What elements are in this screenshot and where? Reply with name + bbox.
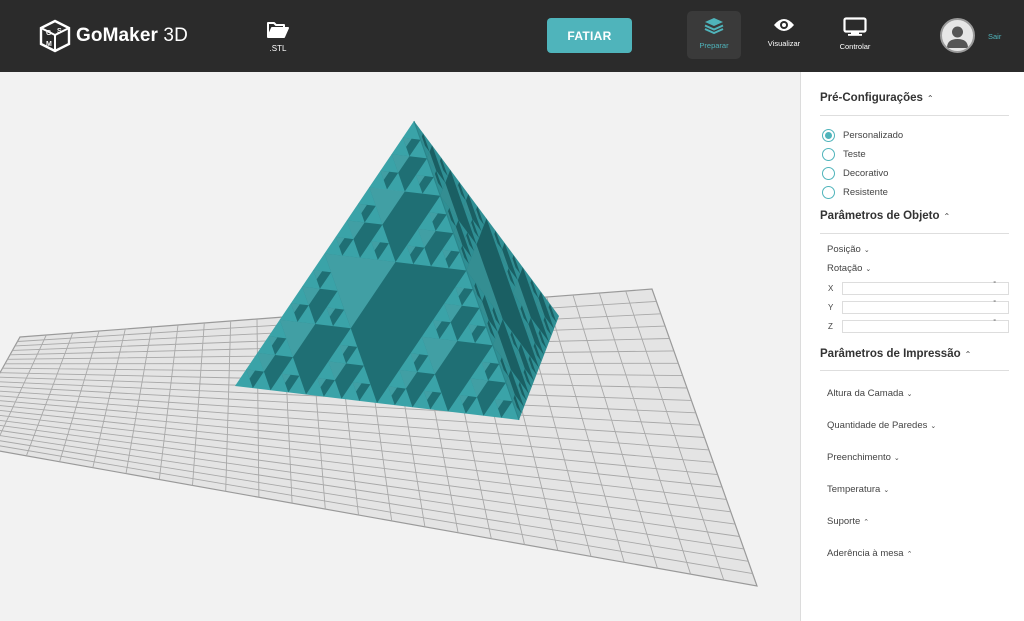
svg-text:G: G [46,30,52,37]
folder-open-icon [258,21,298,39]
preset-label: Personalizado [843,129,904,141]
chevron-down-icon: ⌄ [865,266,872,273]
print-section-toggle[interactable]: Parâmetros de Impressão ⌃ [820,348,971,360]
preset-option-test[interactable]: Teste [822,147,866,161]
degree-unit: ° [993,300,996,307]
rotation-z-input[interactable] [842,320,1009,333]
stl-label: .STL [269,44,287,53]
degree-unit: ° [993,319,996,326]
temperature-toggle[interactable]: Temperatura ⌄ [827,484,889,495]
preset-label: Teste [843,148,866,160]
layers-icon [687,17,741,35]
radio-icon[interactable] [822,185,835,199]
settings-panel: Pré-Configurações ⌃ Personalizado Teste D… [800,72,1024,621]
rotation-y-input[interactable] [842,301,1009,314]
eye-icon [760,17,808,33]
nav-control-label: Controlar [839,42,871,51]
app-logo[interactable]: G S M GoMaker 3D [38,18,188,54]
3d-viewport[interactable] [0,72,800,621]
rotation-x-row: X ° [828,281,1010,296]
chevron-up-icon: ⌃ [906,551,913,558]
bed-adhesion-toggle[interactable]: Aderência à mesa ⌃ [827,548,912,559]
nav-prepare[interactable]: Preparar [687,11,741,59]
divider [820,115,1009,116]
chevron-down-icon: ⌄ [863,247,870,254]
scene-canvas[interactable] [0,72,800,621]
nav-control[interactable]: Controlar [831,11,879,59]
open-stl-button[interactable]: .STL [258,16,298,60]
svg-text:S: S [57,28,62,35]
chevron-down-icon: ⌄ [930,423,937,430]
logo-suffix: 3D [163,25,188,46]
degree-unit: ° [993,281,996,288]
logo-main: GoMaker [76,25,159,46]
position-toggle[interactable]: Posição ⌄ [827,244,870,255]
radio-selected-icon[interactable] [822,128,835,142]
radio-icon[interactable] [822,147,835,161]
chevron-down-icon: ⌄ [883,487,890,494]
axis-label: X [828,284,834,293]
layer-height-toggle[interactable]: Altura da Camada ⌄ [827,388,912,399]
rotation-y-row: Y ° [828,300,1010,315]
chevron-down-icon: ⌄ [906,391,913,398]
nav-view-label: Visualizar [767,39,801,48]
radio-icon[interactable] [822,166,835,180]
preset-option-resistant[interactable]: Resistente [822,185,888,199]
object-section-toggle[interactable]: Parâmetros de Objeto ⌃ [820,210,950,222]
preset-option-decorative[interactable]: Decorativo [822,166,888,180]
wall-count-toggle[interactable]: Quantidade de Paredes ⌄ [827,420,936,431]
gsm-cube-logo-icon: G S M [38,19,72,53]
logout-link[interactable]: Sair [988,32,1001,41]
presets-title: Pré-Configurações [820,92,923,104]
print-item-label: Altura da Camada [827,388,904,399]
rotation-toggle[interactable]: Rotação ⌄ [827,263,871,274]
chevron-up-icon: ⌃ [964,350,972,359]
print-item-label: Quantidade de Paredes [827,420,928,431]
axis-label: Z [828,322,833,331]
infill-toggle[interactable]: Preenchimento ⌄ [827,452,900,463]
chevron-up-icon: ⌃ [926,94,934,103]
divider [820,233,1009,234]
top-bar: G S M GoMaker 3D .STL FATIAR Preparar Vi… [0,0,1024,72]
axis-label: Y [828,303,834,312]
preset-option-custom[interactable]: Personalizado [822,128,903,142]
preset-label: Resistente [843,186,888,198]
position-label: Posição [827,244,861,255]
rotation-label: Rotação [827,263,863,274]
monitor-icon [831,17,879,36]
logo-text: GoMaker 3D [76,25,188,47]
print-item-label: Aderência à mesa [827,548,904,559]
nav-view[interactable]: Visualizar [760,11,808,59]
chevron-up-icon: ⌃ [943,212,951,221]
sierpinski-pyramid-model[interactable] [235,120,559,421]
nav-prepare-label: Preparar [699,41,729,50]
print-item-label: Preenchimento [827,452,891,463]
chevron-up-icon: ⌃ [863,519,870,526]
slice-button[interactable]: FATIAR [547,18,632,53]
rotation-x-input[interactable] [842,282,1009,295]
support-toggle[interactable]: Suporte ⌃ [827,516,869,527]
preset-label: Decorativo [843,167,889,179]
divider [820,370,1009,371]
print-item-label: Suporte [827,516,861,527]
user-avatar-icon[interactable] [940,18,975,53]
rotation-z-row: Z ° [828,319,1010,334]
object-title: Parâmetros de Objeto [820,210,940,222]
print-title: Parâmetros de Impressão [820,348,961,360]
presets-section-toggle[interactable]: Pré-Configurações ⌃ [820,92,934,104]
print-item-label: Temperatura [827,484,881,495]
chevron-down-icon: ⌄ [893,455,900,462]
svg-text:M: M [46,41,52,48]
